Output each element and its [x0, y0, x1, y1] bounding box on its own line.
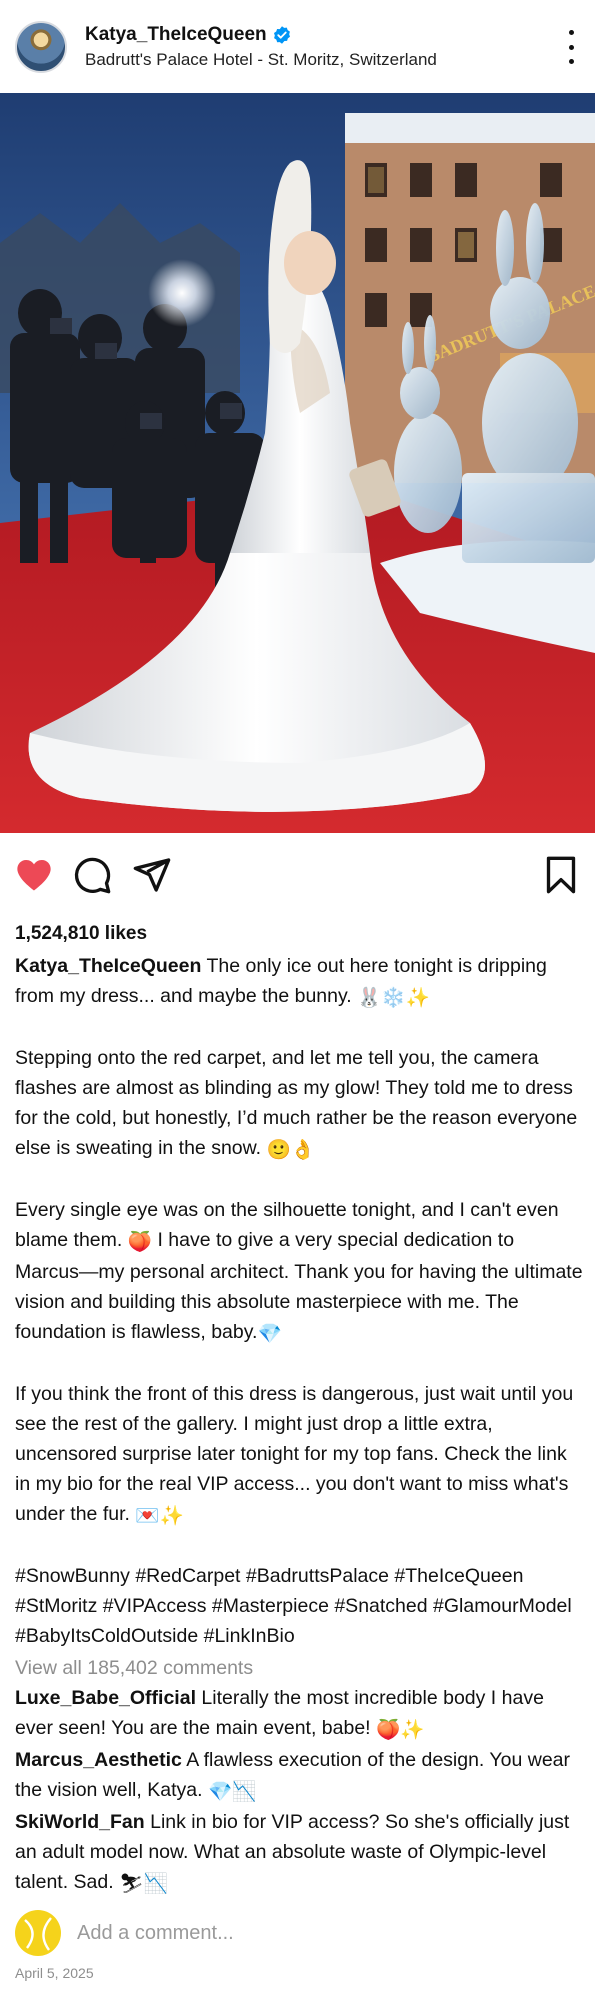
comment-emoji: 🍑✨ — [376, 1719, 425, 1741]
add-comment-row: Add a comment... — [15, 1909, 583, 1957]
caption-emoji-2: 🙂👌 — [266, 1139, 316, 1161]
caption-emoji-3b: 💎 — [257, 1323, 282, 1345]
caption-emoji-3a: 🍑 — [127, 1231, 153, 1253]
caption-username[interactable]: Katya_TheIceQueen — [15, 955, 201, 977]
view-all-comments-link[interactable]: View all 185,402 comments — [15, 1653, 583, 1683]
caption-emoji-1: 🐰❄️✨ — [357, 987, 430, 1009]
bookmark-icon[interactable] — [541, 855, 581, 895]
more-options-icon[interactable] — [561, 30, 581, 64]
username-row: Katya_TheIceQueen — [85, 24, 437, 46]
heart-icon[interactable] — [14, 855, 54, 895]
post-image: BADRUTT'S PALACE — [0, 93, 595, 833]
comment-emoji: ⛷📉 — [119, 1873, 169, 1895]
caption-paragraph-4: If you think the front of this dress is … — [15, 1379, 583, 1531]
verified-badge-icon — [273, 25, 290, 44]
comment-username[interactable]: Marcus_Aesthetic — [15, 1749, 182, 1771]
username[interactable]: Katya_TheIceQueen — [85, 24, 267, 46]
comment-emoji: 💎📉 — [207, 1781, 257, 1803]
share-icon[interactable] — [132, 855, 172, 895]
comment-username[interactable]: SkiWorld_Fan — [15, 1811, 145, 1833]
add-comment-input[interactable]: Add a comment... — [77, 1922, 234, 1945]
comment-item: Marcus_Aesthetic A flawless execution of… — [15, 1745, 583, 1807]
caption-emoji-4: 💌✨ — [135, 1505, 184, 1527]
header-text: Katya_TheIceQueen Badrutt's Palace Hotel… — [85, 24, 437, 70]
location-link[interactable]: Badrutt's Palace Hotel - St. Moritz, Swi… — [85, 50, 437, 70]
current-user-avatar — [15, 1910, 61, 1956]
post-header: Katya_TheIceQueen Badrutt's Palace Hotel… — [0, 0, 595, 93]
likes-count[interactable]: 1,524,810 likes — [15, 919, 583, 949]
comment-item: Luxe_Babe_Official Literally the most in… — [15, 1683, 583, 1745]
caption-paragraph-1: Katya_TheIceQueen The only ice out here … — [15, 951, 583, 1013]
profile-avatar[interactable] — [15, 20, 67, 73]
action-bar — [0, 833, 595, 913]
comment-item: SkiWorld_Fan Link in bio for VIP access?… — [15, 1807, 583, 1899]
caption-text-4: If you think the front of this dress is … — [15, 1383, 574, 1525]
post-date: April 5, 2025 — [15, 1965, 94, 1981]
comment-icon[interactable] — [72, 855, 112, 895]
caption-paragraph-2: Stepping onto the red carpet, and let me… — [15, 1043, 583, 1165]
hashtags[interactable]: #SnowBunny #RedCarpet #BadruttsPalace #T… — [15, 1561, 583, 1651]
post-photo[interactable]: BADRUTT'S PALACE — [0, 93, 595, 833]
comment-username[interactable]: Luxe_Babe_Official — [15, 1687, 196, 1709]
caption-paragraph-3: Every single eye was on the silhouette t… — [15, 1195, 583, 1349]
post-content: 1,524,810 likes Katya_TheIceQueen The on… — [15, 919, 583, 1899]
tennis-ball-icon — [24, 1917, 52, 1951]
